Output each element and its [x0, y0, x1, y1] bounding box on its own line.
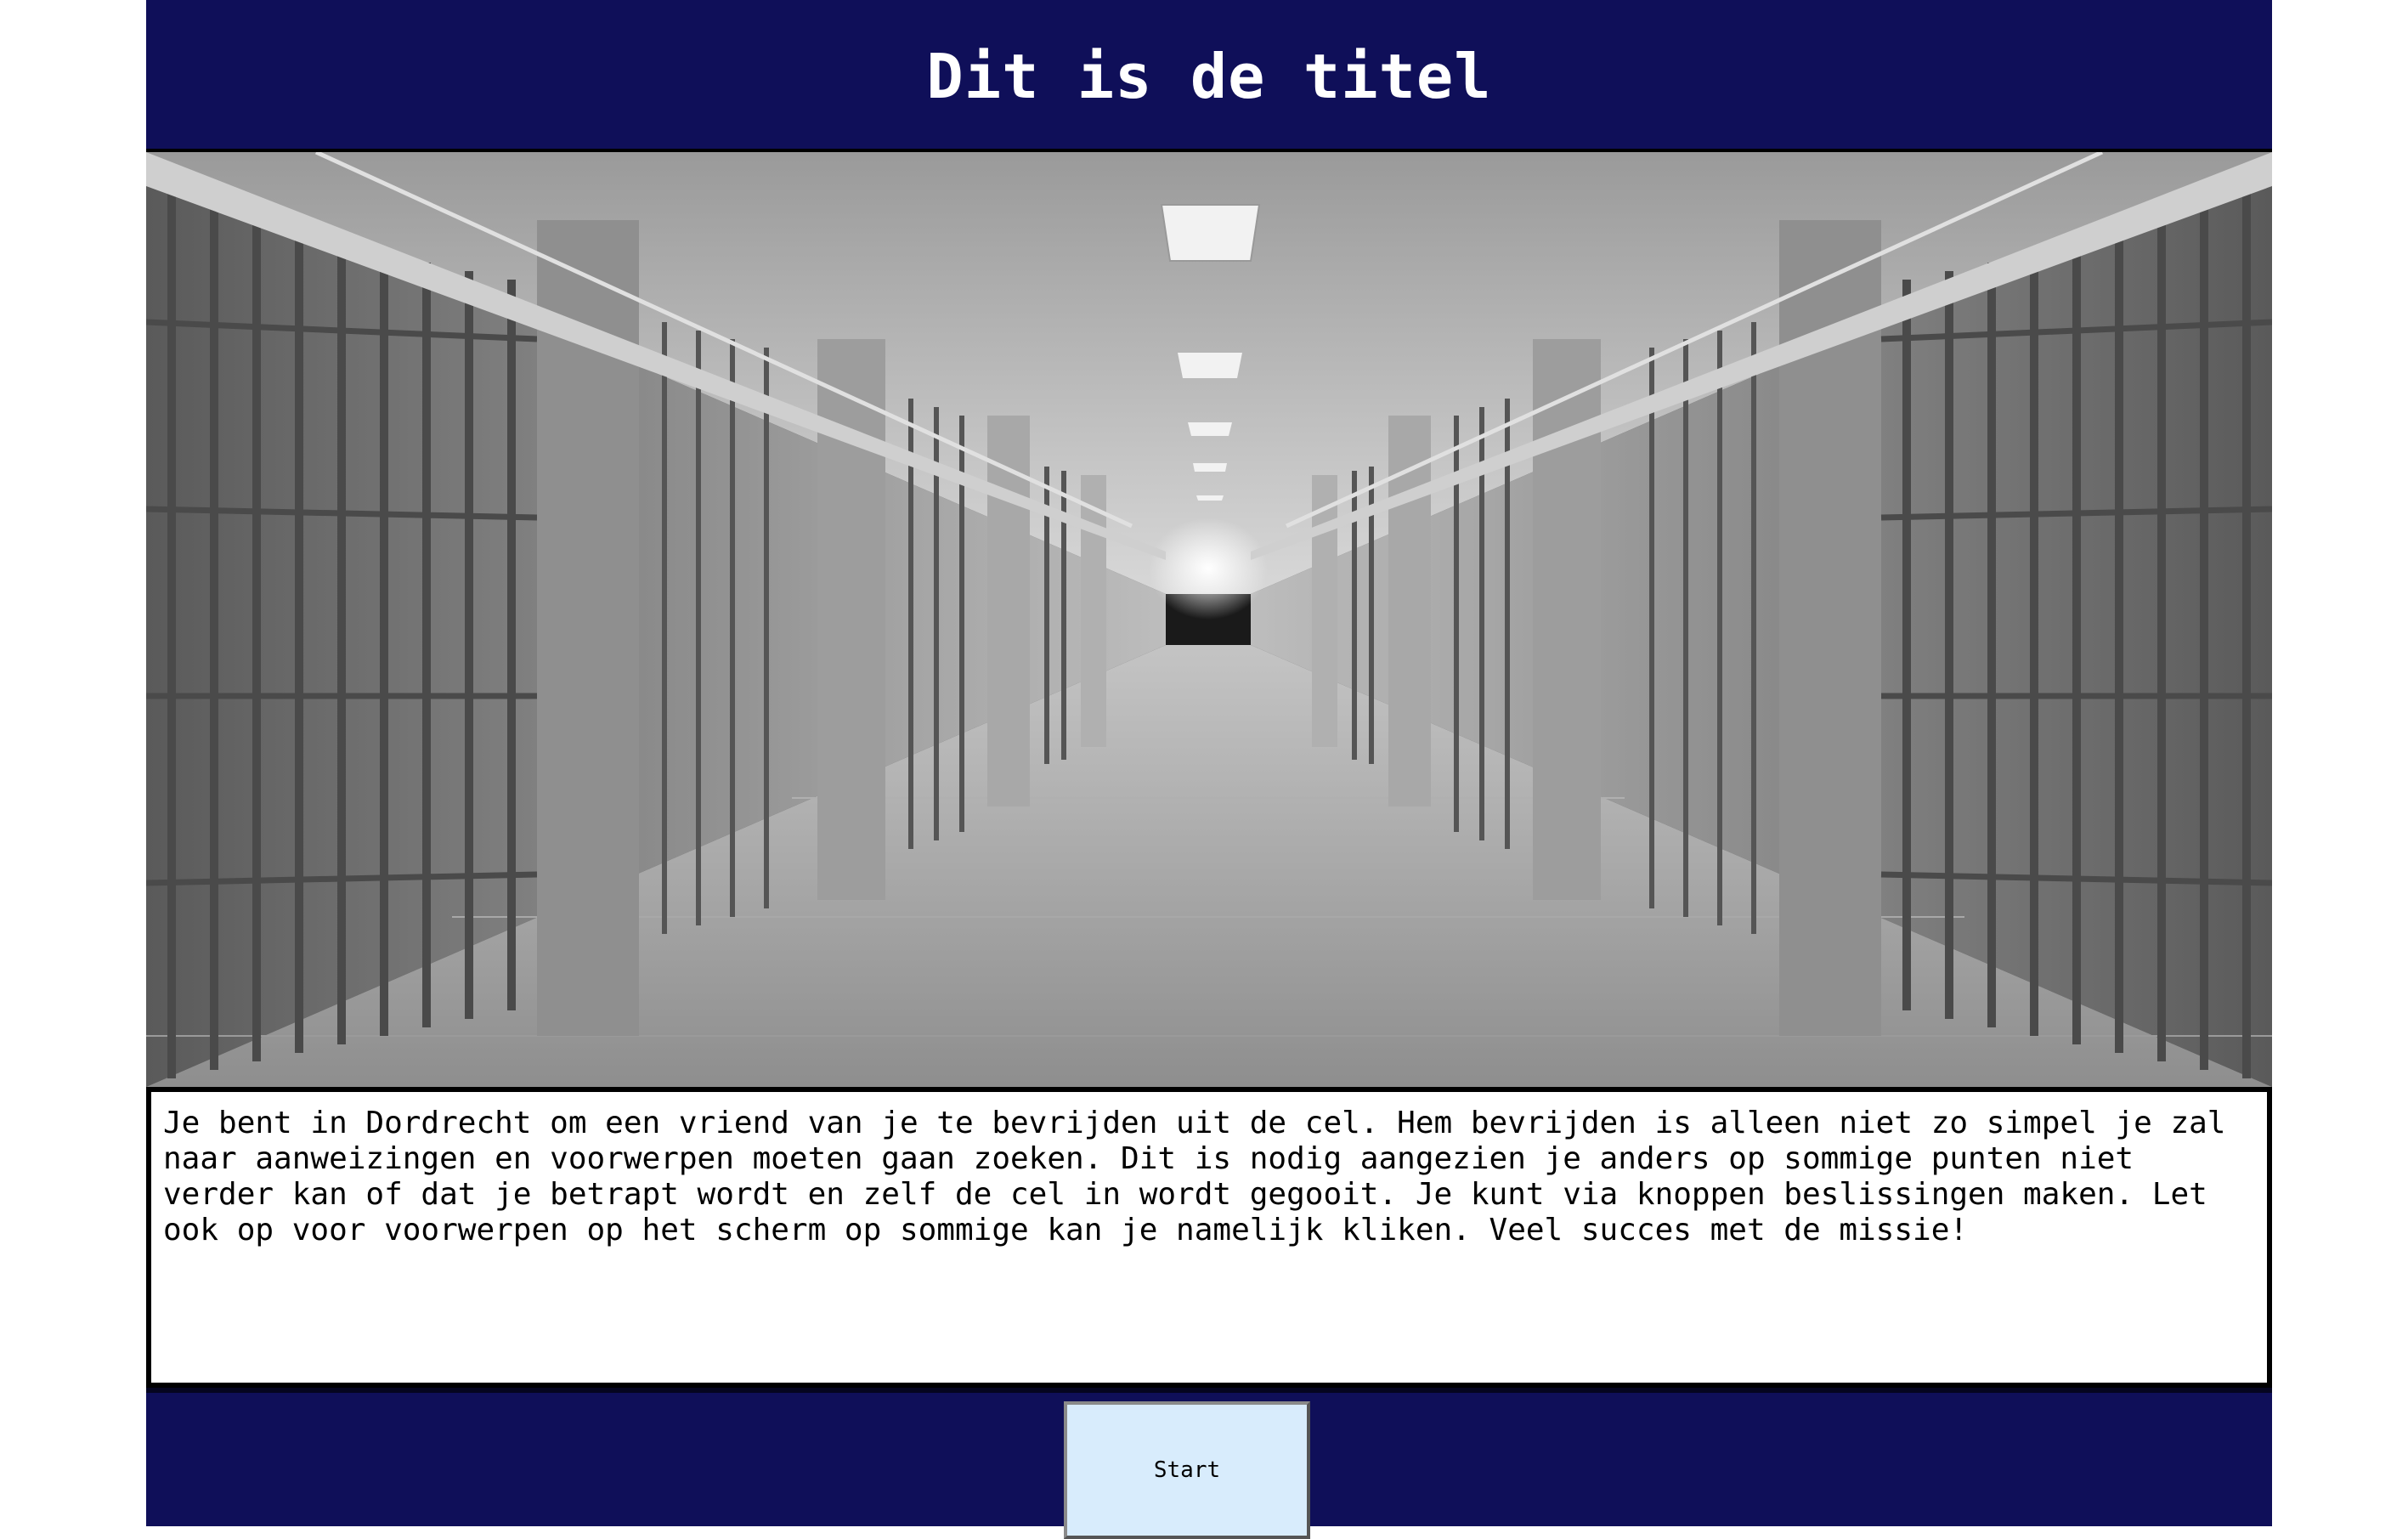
- header-bar: Dit is de titel: [146, 0, 2272, 152]
- story-textbox: Je bent in Dordrecht om een vriend van j…: [146, 1087, 2272, 1388]
- footer-bar: Start: [146, 1388, 2272, 1539]
- game-container: Dit is de titel Je bent in Dordrecht om …: [146, 0, 2272, 1539]
- story-text: Je bent in Dordrecht om een vriend van j…: [163, 1106, 2226, 1248]
- scene-image: [146, 152, 2272, 1087]
- page-title: Dit is de titel: [926, 40, 1492, 112]
- start-button[interactable]: Start: [1064, 1401, 1310, 1539]
